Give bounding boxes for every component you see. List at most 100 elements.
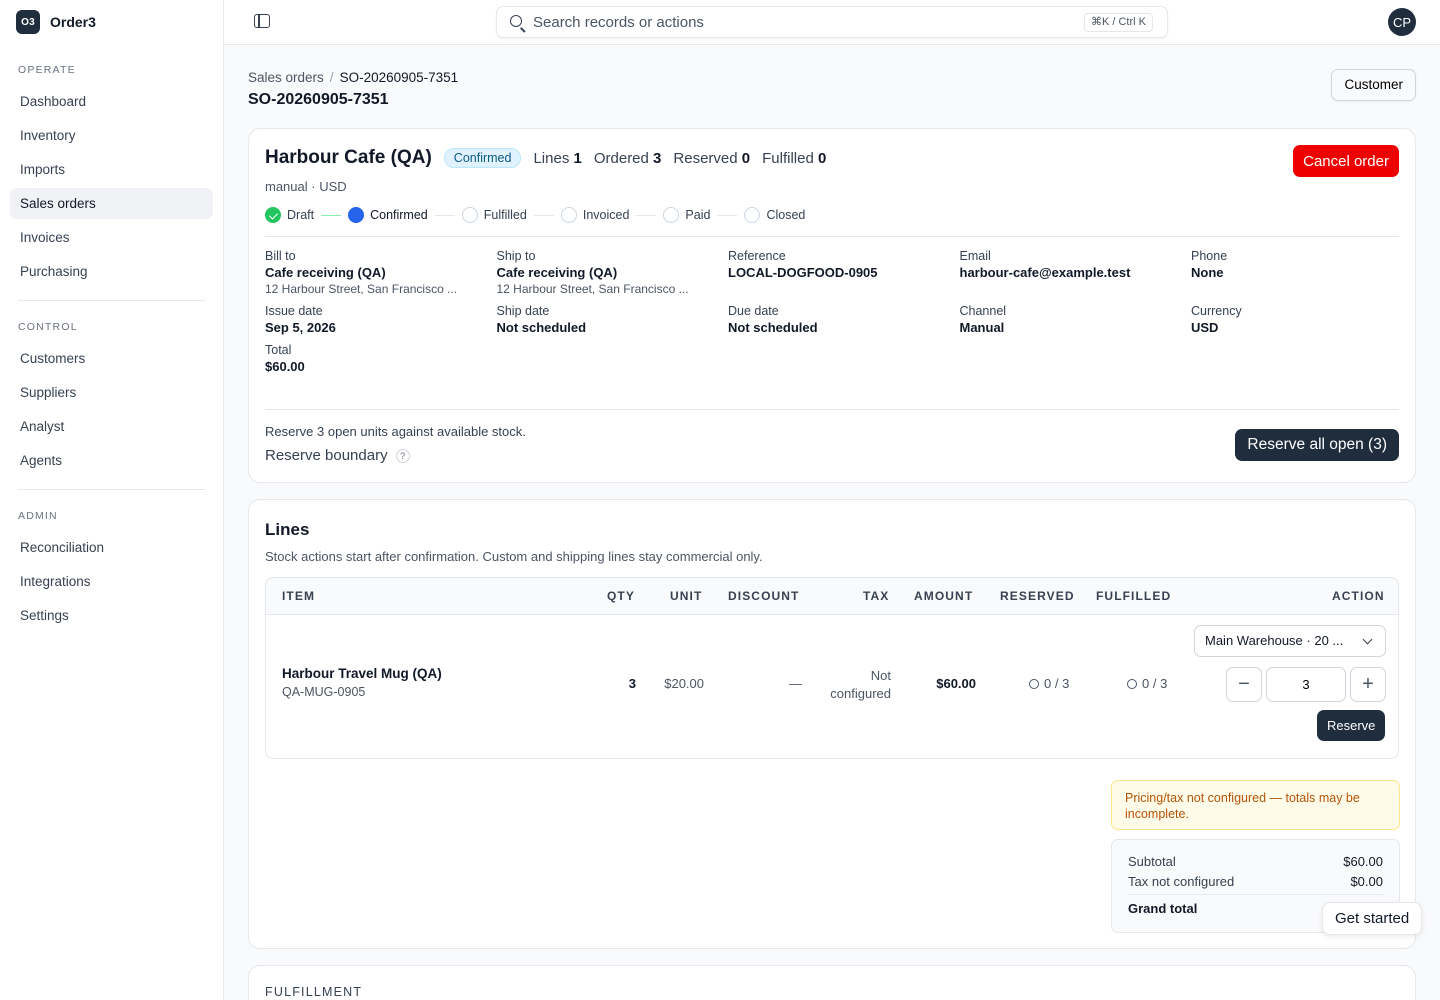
stat-reserved: Reserved 0 <box>673 149 751 167</box>
sidebar-item-customers[interactable]: Customers <box>10 343 213 374</box>
item-name[interactable]: Harbour Travel Mug (QA) <box>282 666 442 681</box>
topbar: ⌘K / Ctrl K CP <box>224 0 1440 45</box>
shortcut-hint: ⌘K / Ctrl K <box>1083 13 1153 32</box>
step-fulfilled: Fulfilled <box>461 207 527 223</box>
col-reserved: RESERVED <box>1000 589 1075 603</box>
col-qty: QTY <box>607 589 635 603</box>
brand[interactable]: O3 Order3 <box>0 0 223 44</box>
customer-button[interactable]: Customer <box>1331 69 1416 101</box>
nav-control: CONTROL Customers Suppliers Analyst Agen… <box>0 321 223 490</box>
line-amount: $60.00 <box>936 676 976 691</box>
sidebar-item-suppliers[interactable]: Suppliers <box>10 377 213 408</box>
step-closed: Closed <box>744 207 805 223</box>
field-total: Total $60.00 <box>265 343 305 374</box>
sidebar-item-purchasing[interactable]: Purchasing <box>10 256 213 287</box>
increment-button[interactable]: + <box>1350 667 1386 702</box>
customer-name: Harbour Cafe (QA) <box>265 147 432 168</box>
sidebar-item-reconciliation[interactable]: Reconciliation <box>10 532 213 563</box>
col-item: ITEM <box>282 589 316 603</box>
warehouse-select-value: Main Warehouse · 20 ... <box>1205 633 1344 648</box>
breadcrumb-separator: / <box>329 70 334 85</box>
field-bill-to: Bill to Cafe receiving (QA) 12 Harbour S… <box>265 249 458 296</box>
sidebar-item-integrations[interactable]: Integrations <box>10 566 213 597</box>
sidebar-item-dashboard[interactable]: Dashboard <box>10 86 213 117</box>
warehouse-select[interactable]: Main Warehouse · 20 ... <box>1194 625 1386 657</box>
order-subline: manual · USD <box>265 179 347 194</box>
order-stats: Lines 1 Ordered 3 Reserved 0 Fulfilled 0 <box>533 150 826 167</box>
order-header: Harbour Cafe (QA) Confirmed Lines 1 Orde… <box>265 147 826 169</box>
empty-circle-icon <box>744 207 761 223</box>
step-draft: Draft <box>265 207 314 223</box>
reserve-line-button[interactable]: Reserve <box>1317 710 1386 741</box>
col-fulfilled: FULFILLED <box>1096 589 1172 603</box>
line-discount: — <box>789 676 802 691</box>
status-badge: Confirmed <box>443 148 522 168</box>
breadcrumb-current: SO-20260905-7351 <box>339 70 459 85</box>
breadcrumb: Sales orders / SO-20260905-7351 <box>248 70 458 85</box>
order-details: Bill to Cafe receiving (QA) 12 Harbour S… <box>265 249 1399 374</box>
step-connector <box>533 214 554 216</box>
sidebar-item-agents[interactable]: Agents <box>10 445 213 476</box>
lines-subtitle: Stock actions start after confirmation. … <box>265 549 763 564</box>
sidebar-item-invoices[interactable]: Invoices <box>10 222 213 253</box>
line-fulfilled: 0 / 3 <box>1127 676 1167 691</box>
reserve-boundary-label: Reserve boundary <box>265 447 388 464</box>
step-paid: Paid <box>663 207 710 223</box>
nav-heading-control: CONTROL <box>18 321 78 333</box>
field-phone: Phone None <box>1191 249 1228 280</box>
sidebar-item-imports[interactable]: Imports <box>10 154 213 185</box>
status-circle-icon <box>1127 679 1137 689</box>
reserve-all-open-button[interactable]: Reserve all open (3) <box>1235 429 1399 461</box>
field-issue-date: Issue date Sep 5, 2026 <box>265 304 336 335</box>
divider <box>265 409 1399 410</box>
nav-heading-operate: OPERATE <box>18 64 76 76</box>
col-tax: TAX <box>863 589 890 603</box>
breadcrumb-parent[interactable]: Sales orders <box>248 70 324 85</box>
nav-divider <box>18 300 205 301</box>
sidebar-item-settings[interactable]: Settings <box>10 600 213 631</box>
col-action: ACTION <box>1332 589 1385 603</box>
pricing-warning: Pricing/tax not configured — totals may … <box>1111 780 1400 830</box>
field-email: Email harbour-cafe@example.test <box>959 249 1131 280</box>
decrement-button[interactable]: − <box>1226 667 1262 702</box>
cancel-order-button[interactable]: Cancel order <box>1293 145 1399 177</box>
search-box[interactable]: ⌘K / Ctrl K <box>496 6 1168 38</box>
empty-circle-icon <box>461 207 478 223</box>
search-icon <box>510 15 522 27</box>
sidebar-item-inventory[interactable]: Inventory <box>10 120 213 151</box>
reserve-boundary: Reserve boundary ? <box>265 447 410 464</box>
step-connector <box>321 214 342 216</box>
search-input[interactable] <box>533 7 1073 37</box>
avatar[interactable]: CP <box>1388 8 1416 36</box>
quantity-input[interactable] <box>1266 667 1346 702</box>
chevron-down-icon <box>1362 634 1373 645</box>
empty-circle-icon <box>663 207 680 223</box>
field-currency: Currency USD <box>1191 304 1242 335</box>
nav-admin: ADMIN Reconciliation Integrations Settin… <box>0 510 223 631</box>
lines-card: Lines Stock actions start after confirma… <box>248 499 1416 949</box>
fulfillment-title: FULFILLMENT <box>265 985 363 999</box>
col-unit: UNIT <box>670 589 703 603</box>
item-sku: QA-MUG-0905 <box>282 685 366 699</box>
sidebar-item-sales-orders[interactable]: Sales orders <box>10 188 213 219</box>
field-ship-to: Ship to Cafe receiving (QA) 12 Harbour S… <box>496 249 689 296</box>
help-icon[interactable]: ? <box>395 448 410 463</box>
field-channel: Channel Manual <box>959 304 1007 335</box>
reserve-description: Reserve 3 open units against available s… <box>265 424 526 439</box>
table-header: ITEM QTY UNIT DISCOUNT TAX AMOUNT RESERV… <box>266 578 1398 615</box>
step-invoiced: Invoiced <box>560 207 629 223</box>
lines-table: ITEM QTY UNIT DISCOUNT TAX AMOUNT RESERV… <box>265 577 1399 759</box>
col-discount: DISCOUNT <box>728 589 800 603</box>
brand-logo: O3 <box>16 10 40 34</box>
order-progress: Draft Confirmed Fulfilled Invoiced Paid … <box>265 207 805 223</box>
sidebar-toggle-icon[interactable] <box>254 14 270 28</box>
sidebar-item-analyst[interactable]: Analyst <box>10 411 213 442</box>
status-circle-icon <box>1029 679 1039 689</box>
stat-ordered: Ordered 3 <box>593 149 662 167</box>
fulfillment-card: FULFILLMENT <box>248 965 1416 1000</box>
brand-name: Order3 <box>50 14 96 30</box>
step-connector <box>434 214 455 216</box>
current-step-icon <box>348 207 365 223</box>
step-connector <box>717 214 738 216</box>
get-started-button[interactable]: Get started <box>1322 902 1423 935</box>
